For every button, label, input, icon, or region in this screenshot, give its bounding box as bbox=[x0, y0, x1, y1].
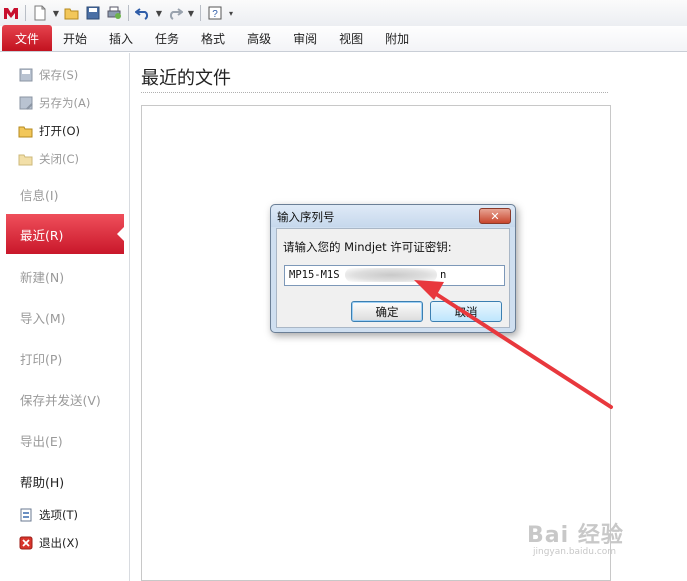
nav-info[interactable]: 信息(I) bbox=[20, 183, 58, 205]
exit-command-label: 退出(X) bbox=[39, 536, 79, 550]
nav-save-send[interactable]: 保存并发送(V) bbox=[20, 388, 101, 410]
exit-command[interactable]: 退出(X) bbox=[18, 533, 79, 553]
nav-help[interactable]: 帮助(H) bbox=[20, 470, 64, 492]
open-command-label: 打开(O) bbox=[39, 124, 81, 138]
chevron-down-icon[interactable]: ▼ bbox=[187, 9, 195, 18]
save-as-command[interactable]: 另存为(A) bbox=[18, 93, 90, 113]
cancel-button[interactable]: 取消 bbox=[430, 301, 502, 322]
ok-button[interactable]: 确定 bbox=[351, 301, 423, 322]
chevron-down-icon[interactable]: ▼ bbox=[155, 9, 163, 18]
watermark: Bai 经验 jingyan.baidu.com bbox=[527, 517, 624, 557]
dialog-body: 请输入您的 Mindjet 许可证密钥: MP15-M1S n 确定 取消 bbox=[276, 228, 510, 328]
exit-icon bbox=[18, 535, 34, 551]
watermark-brand: Bai 经验 bbox=[527, 523, 624, 548]
save-icon bbox=[18, 67, 34, 83]
tab-task[interactable]: 任务 bbox=[144, 25, 190, 51]
tab-addins[interactable]: 附加 bbox=[374, 25, 420, 51]
watermark-url: jingyan.baidu.com bbox=[533, 547, 617, 557]
nav-export[interactable]: 导出(E) bbox=[20, 429, 63, 451]
backstage-nav: 保存(S) 另存为(A) 打开(O) 关闭(C) 信息(I) 最近(R) 新建(… bbox=[0, 53, 130, 581]
tab-advanced[interactable]: 高级 bbox=[236, 25, 282, 51]
chevron-down-icon[interactable]: ▼ bbox=[52, 9, 60, 18]
dialog-close-button[interactable]: ✕ bbox=[479, 208, 511, 224]
save-as-command-label: 另存为(A) bbox=[39, 96, 91, 110]
save-command-label: 保存(S) bbox=[39, 68, 79, 82]
recent-files-panel bbox=[141, 105, 611, 581]
options-command-label: 选项(T) bbox=[39, 508, 78, 522]
quick-access-toolbar: ▼ ▼ ▼ ? ▾ bbox=[0, 0, 687, 26]
ribbon-tab-bar: 文件 开始 插入 任务 格式 高级 审阅 视图 附加 bbox=[0, 25, 687, 52]
options-icon bbox=[18, 507, 34, 523]
tab-view[interactable]: 视图 bbox=[328, 25, 374, 51]
print-icon[interactable] bbox=[105, 4, 123, 22]
nav-recent[interactable]: 最近(R) bbox=[6, 214, 125, 254]
new-doc-icon[interactable] bbox=[31, 4, 49, 22]
tab-home[interactable]: 开始 bbox=[52, 25, 98, 51]
tab-file[interactable]: 文件 bbox=[2, 25, 52, 51]
license-key-input[interactable]: MP15-M1S n bbox=[284, 265, 505, 286]
nav-import[interactable]: 导入(M) bbox=[20, 306, 66, 328]
open-folder-icon bbox=[18, 123, 34, 139]
tab-insert[interactable]: 插入 bbox=[98, 25, 144, 51]
license-key-value-end: n bbox=[440, 269, 447, 281]
license-key-value-start: MP15-M1S bbox=[289, 269, 340, 281]
redo-icon[interactable] bbox=[166, 4, 184, 22]
tab-format[interactable]: 格式 bbox=[190, 25, 236, 51]
customize-toolbar-icon[interactable]: ▾ bbox=[227, 9, 235, 18]
save-as-icon bbox=[18, 95, 34, 111]
open-command[interactable]: 打开(O) bbox=[18, 121, 80, 141]
close-folder-icon bbox=[18, 151, 34, 167]
redacted-blur bbox=[345, 268, 437, 282]
dialog-title: 输入序列号 bbox=[277, 210, 335, 224]
mindjet-logo-icon[interactable] bbox=[2, 4, 20, 22]
options-command[interactable]: 选项(T) bbox=[18, 505, 78, 525]
nav-print[interactable]: 打印(P) bbox=[20, 347, 62, 369]
help-icon[interactable]: ? bbox=[206, 4, 224, 22]
undo-icon[interactable] bbox=[134, 4, 152, 22]
tab-review[interactable]: 审阅 bbox=[282, 25, 328, 51]
serial-number-dialog: 输入序列号 ✕ 请输入您的 Mindjet 许可证密钥: MP15-M1S n 确… bbox=[270, 204, 516, 333]
page-title: 最近的文件 bbox=[141, 68, 231, 89]
license-prompt: 请输入您的 Mindjet 许可证密钥: bbox=[283, 240, 452, 254]
svg-text:?: ? bbox=[212, 9, 218, 20]
nav-new[interactable]: 新建(N) bbox=[20, 265, 64, 287]
save-icon[interactable] bbox=[84, 4, 102, 22]
title-divider bbox=[141, 92, 608, 93]
close-command-label: 关闭(C) bbox=[39, 152, 80, 166]
close-command[interactable]: 关闭(C) bbox=[18, 149, 79, 169]
open-folder-icon[interactable] bbox=[63, 4, 81, 22]
save-command[interactable]: 保存(S) bbox=[18, 65, 78, 85]
